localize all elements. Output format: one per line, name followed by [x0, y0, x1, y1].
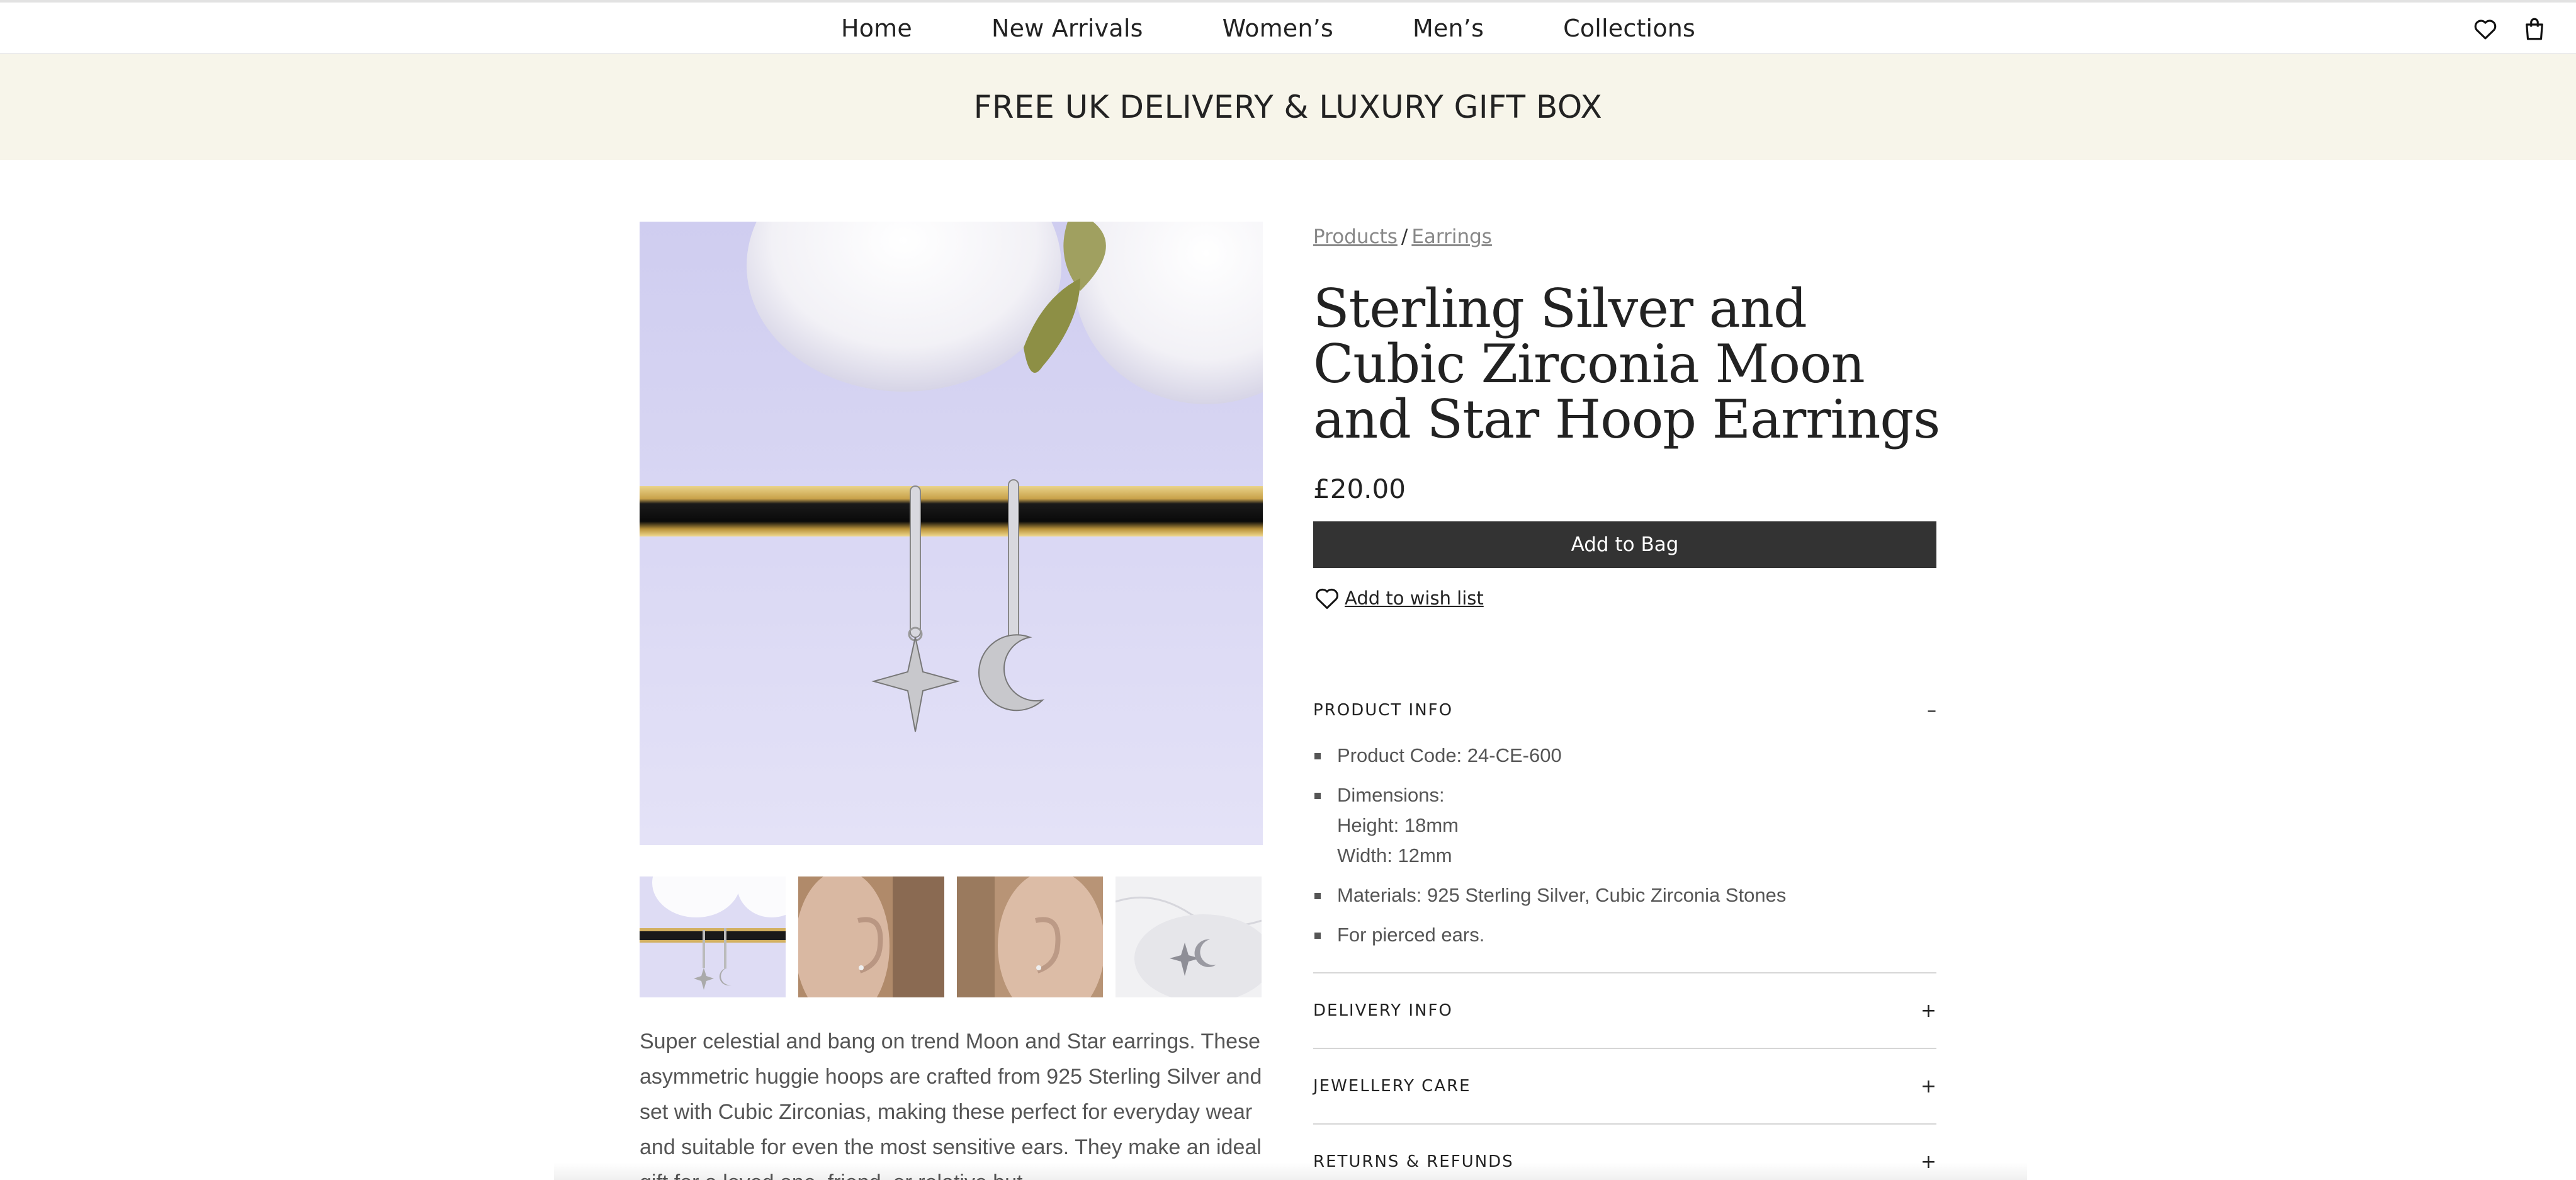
accordion-header-jewellery-care[interactable]: JEWELLERY CARE +	[1313, 1049, 1936, 1123]
wishlist-label: Add to wish list	[1345, 587, 1484, 609]
shopping-bag-icon[interactable]	[2519, 14, 2550, 44]
product-details-accordion: PRODUCT INFO – Product Code: 24-CE-600 D…	[1313, 680, 1936, 1180]
accordion-delivery-info: DELIVERY INFO +	[1313, 972, 1936, 1048]
product-description: Super celestial and bang on trend Moon a…	[640, 1030, 1262, 1180]
accordion-header-delivery-info[interactable]: DELIVERY INFO +	[1313, 973, 1936, 1048]
add-to-wishlist-link[interactable]: Add to wish list	[1313, 584, 1484, 612]
product-title: Sterling Silver and Cubic Zirconia Moon …	[1313, 278, 1940, 450]
top-navigation: Home New Arrivals Women’s Men’s Collecti…	[0, 0, 2576, 54]
add-to-bag-button[interactable]: Add to Bag	[1313, 521, 1936, 568]
accordion-body-product-info: Product Code: 24-CE-600 Dimensions: Heig…	[1313, 740, 1936, 972]
nav-womens[interactable]: Women’s	[1183, 14, 1373, 42]
thumbnail-2[interactable]	[798, 876, 944, 997]
heart-icon[interactable]	[2470, 14, 2500, 44]
thumbnail-strip	[640, 876, 1263, 997]
main-menu: Home New Arrivals Women’s Men’s Collecti…	[0, 3, 2576, 54]
promo-text: FREE UK DELIVERY & LUXURY GIFT BOX	[973, 89, 1603, 125]
thumbnail-4[interactable]	[1116, 876, 1262, 997]
accordion-jewellery-care: JEWELLERY CARE +	[1313, 1048, 1936, 1123]
list-item: Materials: 925 Sterling Silver, Cubic Zi…	[1313, 880, 1936, 911]
accordion-title: PRODUCT INFO	[1313, 701, 1454, 720]
breadcrumb: Products / Earrings	[1313, 225, 1492, 248]
nav-home[interactable]: Home	[841, 14, 952, 42]
collapse-icon[interactable]: –	[1918, 700, 1936, 722]
list-item: Dimensions: Height: 18mm Width: 12mm	[1313, 780, 1936, 871]
accordion-product-info: PRODUCT INFO – Product Code: 24-CE-600 D…	[1313, 680, 1936, 972]
accordion-header-product-info[interactable]: PRODUCT INFO –	[1313, 680, 1936, 740]
list-item: Product Code: 24-CE-600	[1313, 740, 1936, 771]
breadcrumb-products[interactable]: Products	[1313, 225, 1398, 248]
product-info-list: Product Code: 24-CE-600 Dimensions: Heig…	[1313, 740, 1936, 950]
nav-collections[interactable]: Collections	[1523, 14, 1735, 42]
nav-mens[interactable]: Men’s	[1373, 14, 1523, 42]
product-main-image[interactable]	[640, 222, 1263, 845]
heart-outline-icon	[1316, 588, 1338, 610]
accordion-title: JEWELLERY CARE	[1313, 1077, 1471, 1096]
breadcrumb-earrings[interactable]: Earrings	[1411, 225, 1492, 248]
thumbnail-1[interactable]	[640, 876, 786, 997]
expand-icon[interactable]: +	[1918, 1000, 1936, 1022]
expand-icon[interactable]: +	[1918, 1151, 1936, 1173]
accordion-header-returns-refunds[interactable]: RETURNS & REFUNDS +	[1313, 1125, 1936, 1180]
thumbnail-3[interactable]	[957, 876, 1103, 997]
product-price: £20.00	[1313, 474, 1406, 504]
promo-banner: FREE UK DELIVERY & LUXURY GIFT BOX	[0, 54, 2576, 160]
accordion-title: DELIVERY INFO	[1313, 1001, 1453, 1020]
accordion-title: RETURNS & REFUNDS	[1313, 1152, 1514, 1171]
expand-icon[interactable]: +	[1918, 1075, 1936, 1098]
header-icons	[2470, 14, 2550, 44]
nav-new-arrivals[interactable]: New Arrivals	[952, 14, 1183, 42]
accordion-returns-refunds: RETURNS & REFUNDS +	[1313, 1123, 1936, 1180]
breadcrumb-separator: /	[1401, 225, 1408, 248]
list-item: For pierced ears.	[1313, 920, 1936, 950]
